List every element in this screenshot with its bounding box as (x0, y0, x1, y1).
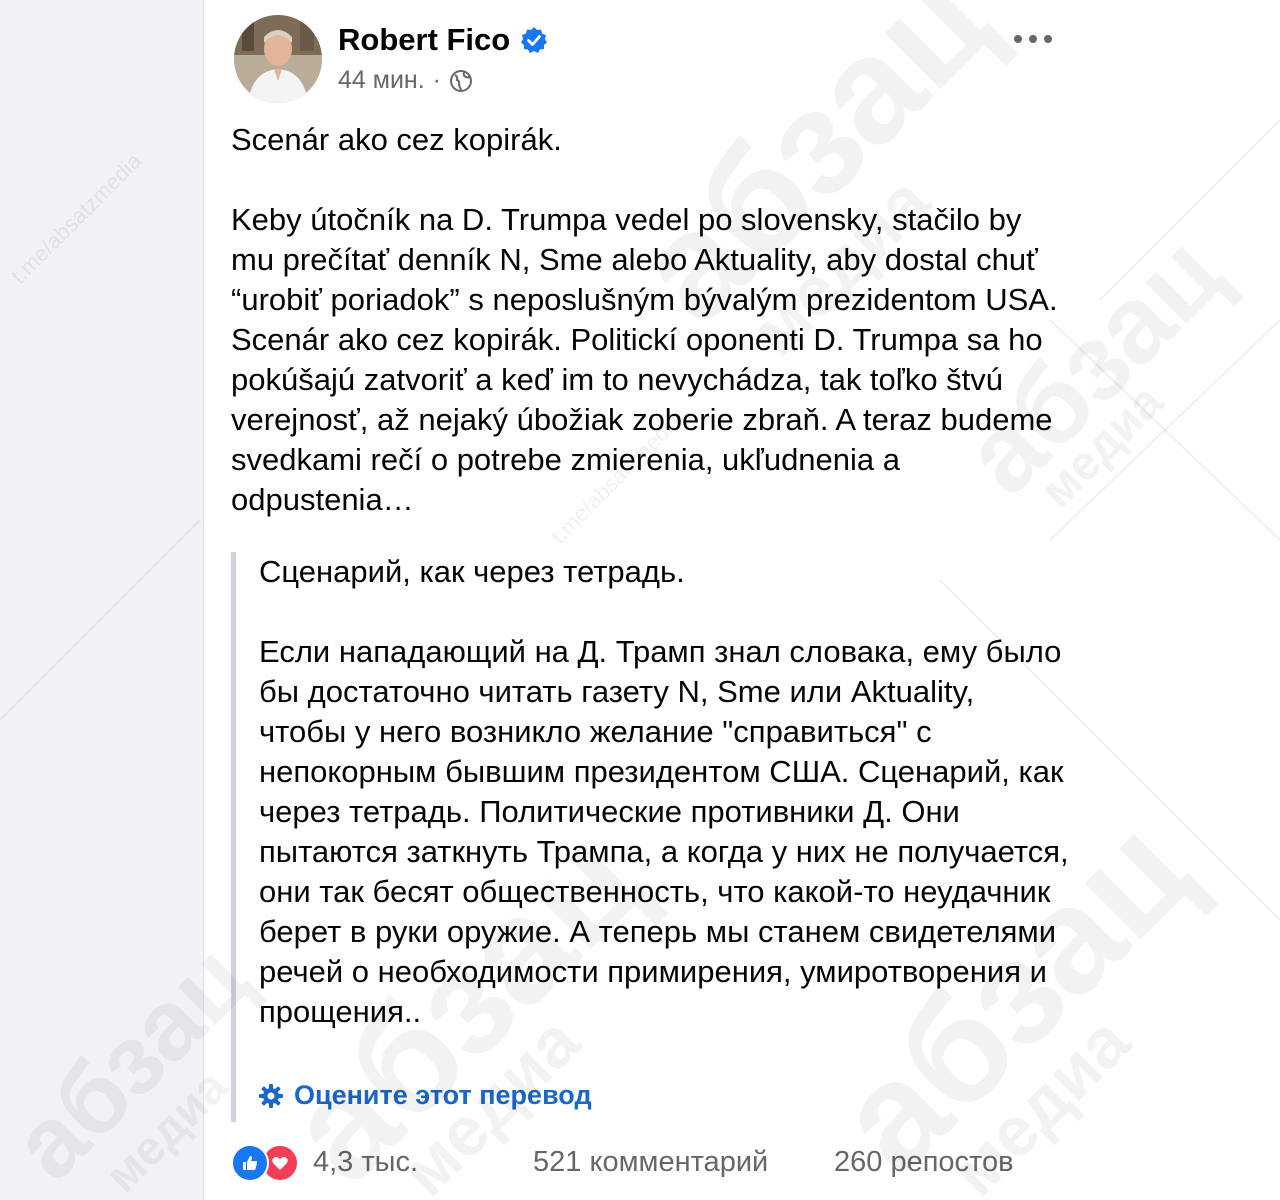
post-body-text: Scenár ako cez kopirák. Keby útočník na … (231, 122, 1058, 517)
rate-translation-label: Оцените этот перевод (294, 1080, 592, 1110)
rate-translation-link[interactable]: Оцените этот перевод (258, 1080, 592, 1111)
translation-text: Сценарий, как через тетрадь. Если напада… (259, 554, 1069, 1029)
post-timestamp[interactable]: 44 мин. (338, 66, 425, 95)
author-name[interactable]: Robert Fico (338, 22, 510, 58)
globe-icon[interactable] (449, 69, 473, 93)
post-meta: 44 мин. · (338, 66, 473, 95)
gear-icon (258, 1083, 284, 1109)
meta-separator: · (432, 66, 441, 94)
author-avatar[interactable] (234, 15, 322, 103)
comments-count[interactable]: 521 комментарий (533, 1146, 768, 1179)
avatar-photo (234, 15, 322, 103)
translation-block: Сценарий, как через тетрадь. Если напада… (231, 552, 1076, 1122)
reaction-count[interactable]: 4,3 тыс. (313, 1146, 418, 1179)
more-options-icon[interactable] (1010, 22, 1056, 56)
post-footer: 4,3 тыс. 521 комментарий 260 репостов (231, 1142, 1061, 1186)
shares-count[interactable]: 260 репостов (834, 1146, 1014, 1179)
verified-badge-icon (520, 26, 548, 54)
channel-watermark: t.me/absatzmedia (6, 148, 147, 289)
post-card: Robert Fico 44 мин. · Scenár ako cez kop… (203, 0, 1280, 1200)
reaction-icons[interactable] (231, 1144, 299, 1182)
author-name-row: Robert Fico (338, 22, 548, 58)
like-reaction-icon (231, 1144, 269, 1182)
